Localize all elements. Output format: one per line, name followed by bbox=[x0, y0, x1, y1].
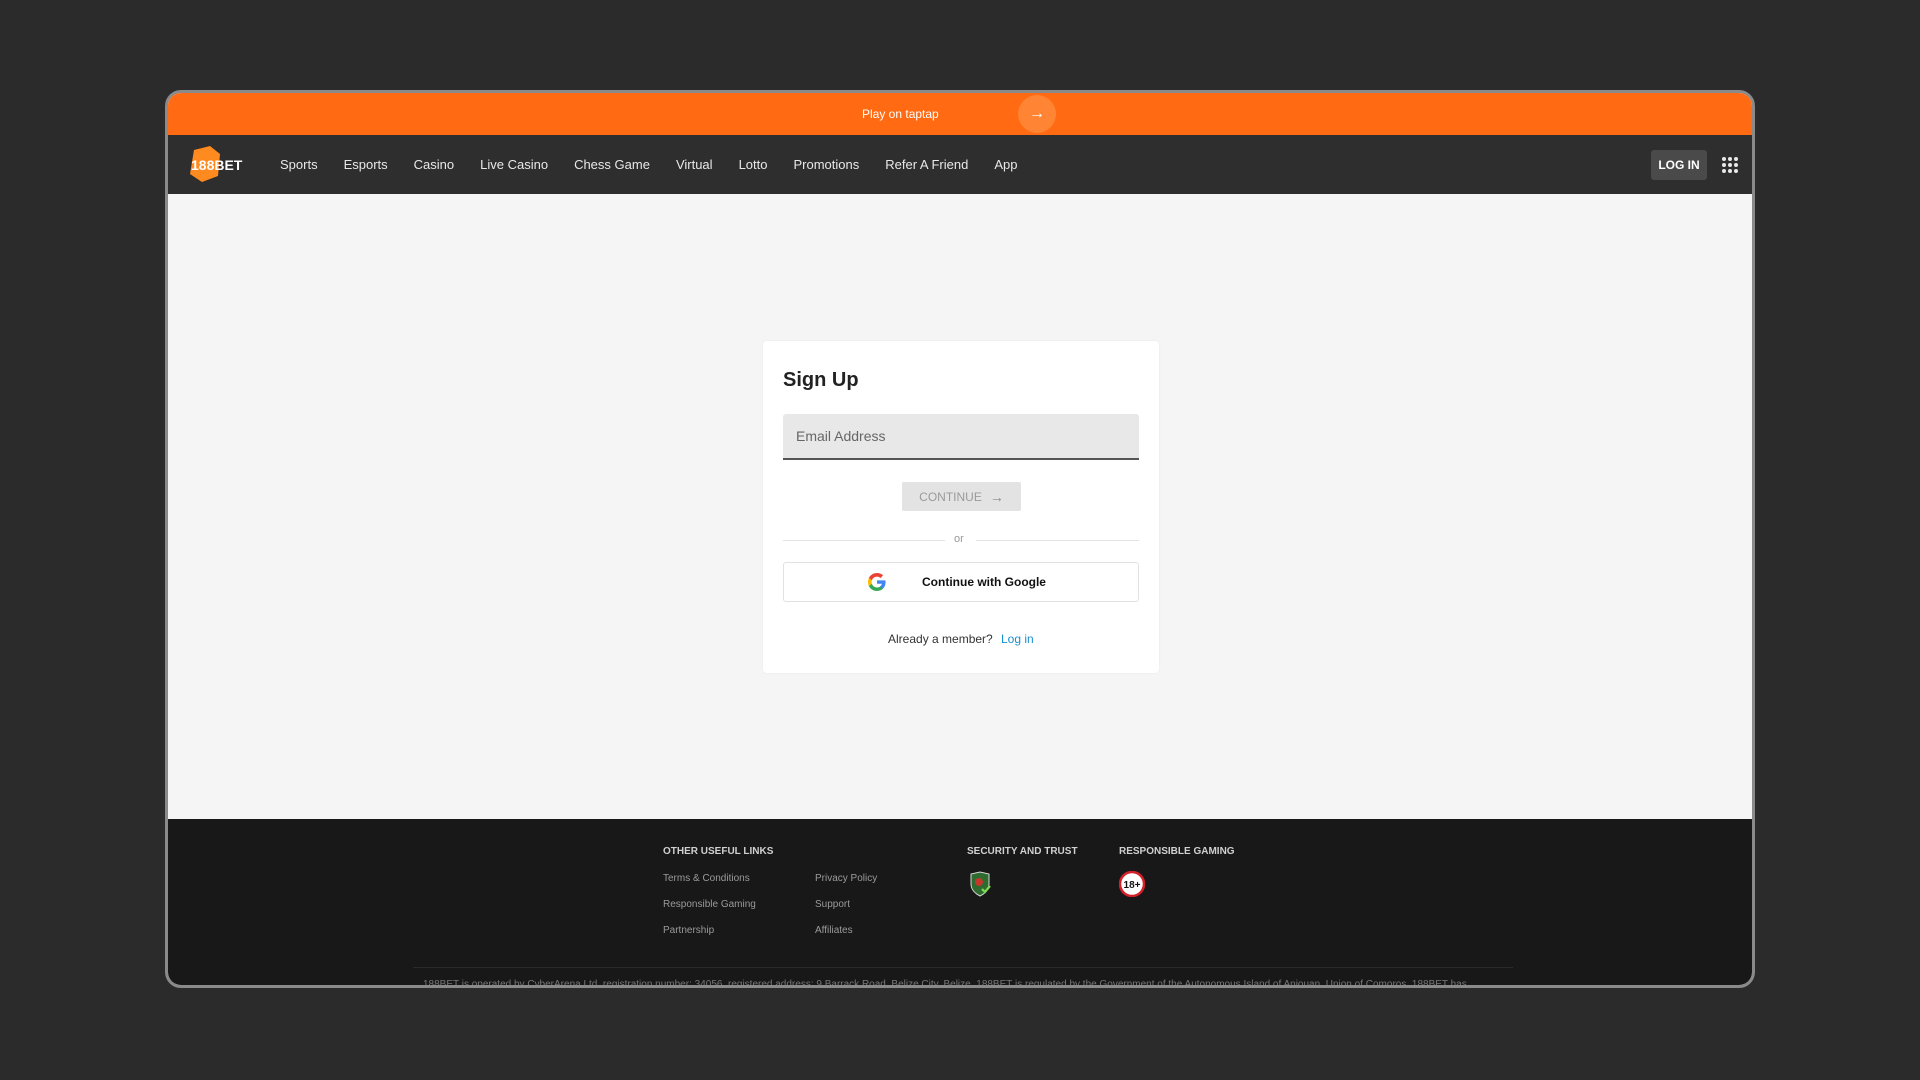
nav-item-refer-a-friend[interactable]: Refer A Friend bbox=[885, 157, 968, 172]
main-nav: Sports Esports Casino Live Casino Chess … bbox=[280, 135, 1043, 194]
terms-link[interactable]: Terms & Conditions bbox=[663, 873, 750, 884]
already-member-text: Already a member? bbox=[888, 632, 993, 646]
continue-label: CONTINUE bbox=[919, 489, 982, 504]
top-navbar: 188BET Sports Esports Casino Live Casino… bbox=[168, 135, 1752, 194]
arrow-right-icon: → bbox=[989, 488, 1004, 505]
support-link[interactable]: Support bbox=[815, 899, 850, 910]
google-signin-button[interactable]: Continue with Google bbox=[783, 562, 1139, 602]
email-field[interactable] bbox=[783, 414, 1139, 460]
google-button-label: Continue with Google bbox=[922, 575, 1046, 589]
promo-bar[interactable]: Play on taptap → bbox=[168, 93, 1752, 135]
nav-item-chess-game[interactable]: Chess Game bbox=[574, 157, 650, 172]
main-content: Sign Up CONTINUE → or Continue with Goog… bbox=[168, 194, 1752, 819]
footer-separator bbox=[413, 967, 1513, 968]
google-icon bbox=[868, 573, 886, 591]
login-button[interactable]: LOG IN bbox=[1651, 150, 1707, 180]
nav-item-virtual[interactable]: Virtual bbox=[676, 157, 713, 172]
legal-text: 188BET is operated by CyberArena Ltd, re… bbox=[423, 979, 1467, 988]
divider-or: or bbox=[954, 533, 964, 545]
nav-item-casino[interactable]: Casino bbox=[414, 157, 454, 172]
age-badge-label: 18+ bbox=[1124, 880, 1141, 891]
divider-right bbox=[976, 540, 1139, 541]
nav-item-live-casino[interactable]: Live Casino bbox=[480, 157, 548, 172]
login-link[interactable]: Log in bbox=[1001, 632, 1034, 646]
security-heading: SECURITY AND TRUST bbox=[967, 846, 1078, 857]
browser-frame: Play on taptap → 188BET Sports Esports C… bbox=[165, 90, 1755, 988]
logo[interactable]: 188BET bbox=[188, 146, 244, 182]
security-shield-icon[interactable] bbox=[967, 871, 993, 897]
partnership-link[interactable]: Partnership bbox=[663, 925, 714, 936]
divider-left bbox=[783, 540, 945, 541]
footer: OTHER USEFUL LINKS Terms & Conditions Pr… bbox=[168, 819, 1752, 988]
nav-item-lotto[interactable]: Lotto bbox=[739, 157, 768, 172]
continue-button[interactable]: CONTINUE → bbox=[902, 482, 1021, 511]
other-links-heading: OTHER USEFUL LINKS bbox=[663, 846, 774, 857]
apps-grid-icon[interactable] bbox=[1721, 156, 1739, 174]
nav-item-app[interactable]: App bbox=[994, 157, 1017, 172]
signup-card: Sign Up CONTINUE → or Continue with Goog… bbox=[763, 341, 1159, 673]
age-restriction-icon[interactable]: 18+ bbox=[1119, 871, 1145, 897]
responsible-gaming-link[interactable]: Responsible Gaming bbox=[663, 899, 756, 910]
promo-text[interactable]: Play on taptap bbox=[862, 107, 939, 121]
responsible-gaming-heading: RESPONSIBLE GAMING bbox=[1119, 846, 1235, 857]
logo-text: 188BET bbox=[191, 157, 243, 173]
signup-title: Sign Up bbox=[783, 369, 859, 391]
privacy-link[interactable]: Privacy Policy bbox=[815, 873, 877, 884]
nav-item-esports[interactable]: Esports bbox=[344, 157, 388, 172]
nav-item-promotions[interactable]: Promotions bbox=[793, 157, 859, 172]
affiliates-link[interactable]: Affiliates bbox=[815, 925, 853, 936]
nav-item-sports[interactable]: Sports bbox=[280, 157, 318, 172]
arrow-right-icon[interactable]: → bbox=[1018, 95, 1056, 133]
